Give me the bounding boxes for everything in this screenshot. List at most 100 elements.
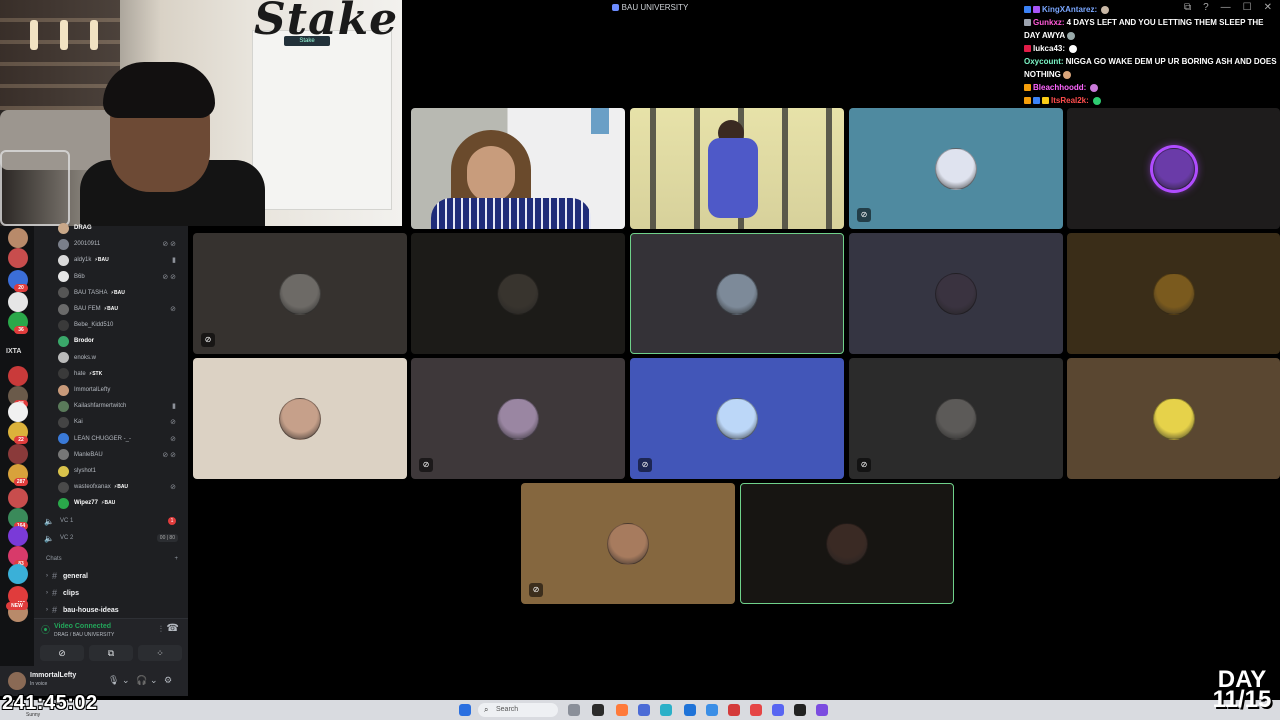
video-tile[interactable] (1067, 233, 1280, 354)
voice-member[interactable]: BAU FEM ⚡BAU ⊘ (58, 301, 182, 317)
headphones-icon[interactable]: 🎧 (136, 675, 147, 686)
voice-member[interactable]: Bebe_Kidd510 (58, 317, 182, 333)
video-tile[interactable]: ⊘ (630, 358, 844, 479)
chat-username[interactable]: Gunkxz: (1033, 18, 1065, 27)
chat-username[interactable]: Oxycount: (1024, 57, 1064, 66)
participant-avatar (935, 272, 977, 315)
streamer-hair (103, 62, 215, 118)
voice-member[interactable]: DRAG (58, 220, 182, 236)
taskbar-app-icon[interactable] (592, 704, 604, 716)
day-count: 11/15 (1212, 686, 1272, 713)
chat-username[interactable]: ItsReal2k: (1051, 96, 1089, 105)
server-icon[interactable] (8, 292, 28, 312)
taskbar-app-icon[interactable] (794, 704, 806, 716)
server-icon[interactable] (8, 488, 28, 508)
server-mention-count: 287 (14, 478, 28, 486)
voice-channel[interactable]: 🔈 VC 1 1 (44, 515, 184, 527)
participant-avatar (716, 397, 758, 440)
taskbar-app-icon[interactable] (728, 704, 740, 716)
text-channel[interactable]: › # bau-house-ideas (46, 605, 186, 615)
screenshare-button[interactable]: ⧉ (89, 645, 133, 661)
activities-button[interactable]: ⁘ (138, 645, 182, 661)
room-shelf (0, 0, 120, 110)
voice-member[interactable]: Kai ⊘ (58, 414, 182, 430)
member-avatar (58, 222, 69, 234)
mic-muted-icon: ⊘ (857, 208, 871, 222)
voice-member[interactable]: wasteofxanax ⚡BAU ⊘ (58, 479, 182, 495)
video-tile[interactable] (1067, 358, 1280, 479)
settings-gear-icon[interactable]: ⚙ (164, 675, 172, 686)
chat-message: KingXAntarez: (1024, 3, 1280, 16)
video-tile[interactable]: ⊘ (849, 358, 1063, 479)
video-tile[interactable]: ⊘ (849, 108, 1063, 229)
taskbar-app-icon[interactable] (684, 704, 696, 716)
user-avatar[interactable] (8, 672, 26, 690)
chat-username[interactable]: lukca43: (1033, 44, 1065, 53)
taskbar-app-icon[interactable] (660, 704, 672, 716)
voice-member[interactable]: Brodor (58, 333, 182, 349)
video-tile[interactable]: ⊘ (193, 233, 407, 354)
video-tile[interactable] (630, 108, 844, 229)
server-icon[interactable] (8, 402, 28, 422)
add-channel-icon[interactable]: + (174, 556, 178, 562)
video-tile[interactable] (630, 233, 844, 354)
start-icon[interactable] (459, 704, 471, 716)
voice-member[interactable]: enoks.w (58, 350, 182, 366)
server-icon[interactable] (8, 366, 28, 386)
voice-member[interactable]: 20010911 ⊘ ⊘ (58, 236, 182, 252)
camera-button[interactable]: ⊘ (40, 645, 84, 661)
video-tile[interactable]: ⊘ (521, 483, 735, 604)
channel-category[interactable]: Chats + (46, 556, 186, 562)
server-mention-count: 22 (14, 436, 28, 444)
voice-member[interactable]: Wipez77 ⚡BAU (58, 495, 182, 511)
member-status-icon: ▮ (172, 257, 176, 265)
taskbar-app-icon[interactable] (816, 704, 828, 716)
disconnect-icon[interactable]: ☎ (167, 623, 179, 634)
video-tile[interactable] (740, 483, 954, 604)
member-status-icon: ⊘ ⊘ (162, 451, 176, 459)
member-status-icon: ⊘ (170, 435, 176, 443)
taskbar-app-icon[interactable] (616, 704, 628, 716)
voice-member[interactable]: ImmortalLefty (58, 382, 182, 398)
noise-suppression-icon[interactable]: ⫶ (160, 624, 162, 635)
voice-status: Video Connected (54, 623, 112, 630)
chat-badge-icon (1024, 84, 1031, 92)
video-tile[interactable] (1067, 108, 1280, 229)
server-icon[interactable] (8, 564, 28, 584)
voice-member[interactable]: hate ⚡STK (58, 366, 182, 382)
voice-member[interactable]: LEAN CHUGGER -_- ⊘ (58, 431, 182, 447)
voice-member[interactable]: Kailashfarmertwitch ▮ (58, 398, 182, 414)
server-icon[interactable] (8, 228, 28, 248)
member-name: Wipez77 (74, 500, 98, 507)
taskbar-app-icon[interactable] (706, 704, 718, 716)
chevron-down-icon[interactable]: ⌄ (122, 675, 130, 686)
chat-username[interactable]: Bleachhoodd: (1033, 83, 1086, 92)
voice-member[interactable]: aldy1k ⚡BAU ▮ (58, 252, 182, 268)
video-tile[interactable] (411, 108, 625, 229)
taskbar-app-icon[interactable] (772, 704, 784, 716)
video-tile[interactable] (849, 233, 1063, 354)
taskbar-app-icon[interactable] (750, 704, 762, 716)
voice-channel[interactable]: 🔈 VC 2 00 | 80 (44, 532, 184, 544)
text-channel[interactable]: › # clips (46, 588, 186, 598)
participant-avatar (826, 522, 868, 565)
server-icon[interactable] (8, 248, 28, 268)
video-tile[interactable] (193, 358, 407, 479)
taskbar-app-icon[interactable] (568, 704, 580, 716)
chat-username[interactable]: KingXAntarez: (1042, 5, 1097, 14)
mic-icon[interactable]: 🎙 (108, 675, 119, 686)
voice-member[interactable]: B6b ⊘ ⊘ (58, 269, 182, 285)
video-tile[interactable] (411, 233, 625, 354)
chevron-down-icon[interactable]: ⌄ (150, 675, 158, 686)
server-icon[interactable] (8, 444, 28, 464)
text-channel[interactable]: › # general (46, 571, 186, 581)
taskbar-app-icon[interactable] (638, 704, 650, 716)
voice-member[interactable]: ManleBAU ⊘ ⊘ (58, 447, 182, 463)
taskbar-search[interactable]: ⌕ Search (478, 703, 558, 717)
video-tile[interactable]: ⊘ (411, 358, 625, 479)
voice-member[interactable]: slyshot1 (58, 463, 182, 479)
member-avatar (58, 319, 69, 331)
emote-icon (1067, 31, 1076, 40)
server-icon[interactable] (8, 526, 28, 546)
voice-member[interactable]: BAU TASHA ⚡BAU (58, 285, 182, 301)
